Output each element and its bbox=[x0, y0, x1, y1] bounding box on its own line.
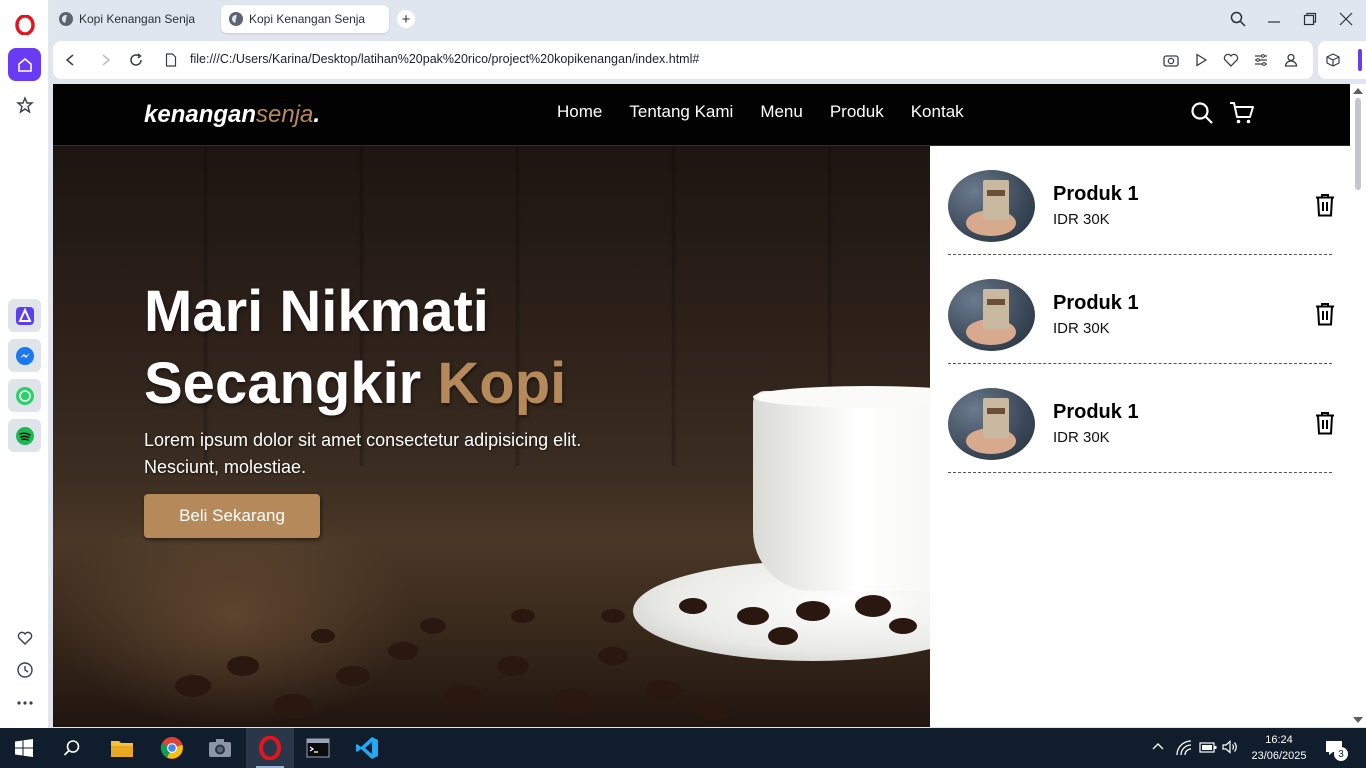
trash-icon[interactable] bbox=[1314, 301, 1336, 327]
product-price: IDR 30K bbox=[1053, 320, 1110, 337]
web-page: Mari Nikmati Secangkir Kopi Lorem ipsum … bbox=[53, 84, 1350, 727]
opera-sidebar bbox=[0, 0, 49, 728]
product-price: IDR 30K bbox=[1053, 211, 1110, 228]
more-dots-icon[interactable] bbox=[8, 686, 41, 719]
scrollbar-thumb[interactable] bbox=[1355, 98, 1361, 190]
product-name: Produk 1 bbox=[1053, 183, 1139, 205]
camera-app-icon[interactable] bbox=[196, 728, 244, 768]
opera-taskbar-icon[interactable] bbox=[246, 728, 294, 768]
chrome-icon[interactable] bbox=[148, 728, 196, 768]
hero-title-line2-main: Secangkir bbox=[144, 351, 438, 416]
restore-icon[interactable] bbox=[1299, 8, 1321, 30]
hero-title-line2: Secangkir Kopi bbox=[144, 348, 566, 420]
minimize-icon[interactable] bbox=[1263, 8, 1285, 30]
close-window-icon[interactable] bbox=[1335, 8, 1357, 30]
home-icon[interactable] bbox=[8, 48, 41, 81]
logo-accent: senja bbox=[256, 101, 314, 128]
windows-start-icon[interactable] bbox=[0, 728, 48, 768]
whatsapp-icon[interactable] bbox=[8, 379, 41, 412]
product-thumbnail bbox=[948, 279, 1035, 351]
globe-icon bbox=[59, 12, 73, 26]
address-bar: file:///C:/Users/Karina/Desktop/latihan%… bbox=[53, 41, 1313, 79]
scroll-up-arrow-icon[interactable] bbox=[1353, 88, 1363, 94]
url-field[interactable]: file:///C:/Users/Karina/Desktop/latihan%… bbox=[190, 52, 699, 66]
scroll-down-arrow-icon[interactable] bbox=[1353, 717, 1363, 723]
sidebar-accent-bar bbox=[1358, 49, 1362, 71]
vscode-icon[interactable] bbox=[343, 728, 391, 768]
clock-time: 16:24 bbox=[1265, 734, 1293, 746]
tab-title: Kopi Kenangan Senja bbox=[79, 12, 196, 26]
taskbar-search-icon[interactable] bbox=[48, 728, 96, 768]
globe-icon bbox=[229, 12, 243, 26]
bookmark-heart-icon[interactable] bbox=[1221, 50, 1241, 70]
menu-home[interactable]: Home bbox=[557, 102, 602, 122]
back-arrow-icon[interactable] bbox=[60, 50, 80, 70]
page-scrollbar[interactable] bbox=[1350, 84, 1366, 727]
navbar-icons bbox=[1189, 100, 1255, 126]
menu-menu[interactable]: Menu bbox=[760, 102, 803, 122]
product-name: Produk 1 bbox=[1053, 401, 1139, 423]
tab-2[interactable]: Kopi Kenangan Senja bbox=[221, 5, 389, 33]
history-clock-icon[interactable] bbox=[8, 653, 41, 686]
shopping-cart-icon[interactable] bbox=[1229, 100, 1255, 126]
file-explorer-icon[interactable] bbox=[98, 728, 146, 768]
product-thumbnail bbox=[948, 170, 1035, 242]
notification-count-badge: 3 bbox=[1334, 747, 1348, 761]
hero-title-accent: Kopi bbox=[437, 351, 567, 416]
hero-description: Lorem ipsum dolor sit amet consectetur a… bbox=[144, 430, 582, 477]
product-thumbnail bbox=[948, 388, 1035, 460]
cart-item: Produk 1 IDR 30K bbox=[948, 146, 1334, 255]
logo-dot: . bbox=[313, 101, 321, 128]
volume-icon[interactable] bbox=[1222, 740, 1238, 757]
cart-item: Produk 1 IDR 30K bbox=[948, 255, 1334, 364]
logo-main: kenangan bbox=[144, 101, 257, 128]
spotify-icon[interactable] bbox=[8, 419, 41, 452]
battery-icon[interactable] bbox=[1199, 740, 1217, 757]
buy-now-button[interactable]: Beli Sekarang bbox=[144, 494, 320, 538]
tray-chevron-up-icon[interactable] bbox=[1151, 740, 1165, 757]
forward-arrow-icon[interactable] bbox=[96, 50, 116, 70]
clock-date: 23/06/2025 bbox=[1251, 750, 1307, 762]
new-tab-plus-icon[interactable]: + bbox=[397, 10, 415, 28]
search-tabs-icon[interactable] bbox=[1227, 8, 1249, 30]
easy-setup-icon[interactable] bbox=[1251, 50, 1271, 70]
extensions-cube-icon[interactable] bbox=[1323, 50, 1343, 70]
hero-section: Mari Nikmati Secangkir Kopi Lorem ipsum … bbox=[53, 146, 930, 727]
profile-icon[interactable] bbox=[1281, 50, 1301, 70]
messenger-icon[interactable] bbox=[8, 339, 41, 372]
cart-item: Produk 1 IDR 30K bbox=[948, 364, 1334, 473]
search-icon[interactable] bbox=[1189, 100, 1215, 126]
trash-icon[interactable] bbox=[1314, 410, 1336, 436]
product-price: IDR 30K bbox=[1053, 429, 1110, 446]
heart-icon[interactable] bbox=[8, 621, 41, 654]
player-play-icon[interactable] bbox=[1191, 50, 1211, 70]
menu-kontak[interactable]: Kontak bbox=[911, 102, 964, 122]
menu-tentang-kami[interactable]: Tentang Kami bbox=[629, 102, 733, 122]
main-menu: Home Tentang Kami Menu Produk Kontak bbox=[557, 102, 964, 122]
taskbar-clock[interactable]: 16:24 23/06/2025 bbox=[1248, 732, 1310, 764]
site-logo[interactable]: kenangansenja. bbox=[144, 101, 320, 129]
trash-icon[interactable] bbox=[1314, 192, 1336, 218]
menu-produk[interactable]: Produk bbox=[830, 102, 884, 122]
file-page-icon[interactable] bbox=[161, 50, 181, 70]
snapshot-camera-icon[interactable] bbox=[1161, 50, 1181, 70]
hero-title: Mari Nikmati Secangkir Kopi bbox=[144, 276, 566, 420]
tab-1[interactable]: Kopi Kenangan Senja bbox=[51, 5, 216, 33]
site-navbar: kenangansenja. Home Tentang Kami Menu Pr… bbox=[53, 84, 1350, 146]
opera-logo-icon[interactable] bbox=[8, 8, 41, 41]
tab-title: Kopi Kenangan Senja bbox=[249, 12, 366, 26]
extensions-panel bbox=[1318, 41, 1366, 79]
reload-icon[interactable] bbox=[126, 50, 146, 70]
product-name: Produk 1 bbox=[1053, 292, 1139, 314]
network-wifi-icon[interactable] bbox=[1176, 740, 1192, 759]
windows-taskbar: 16:24 23/06/2025 3 bbox=[0, 728, 1366, 768]
shopping-cart-panel: Produk 1 IDR 30K Produk 1 IDR 30K Produk… bbox=[930, 146, 1350, 727]
aria-app-icon[interactable] bbox=[8, 299, 41, 332]
terminal-icon[interactable] bbox=[294, 728, 342, 768]
hero-title-line1: Mari Nikmati bbox=[144, 279, 489, 344]
tab-strip: Kopi Kenangan Senja Kopi Kenangan Senja … bbox=[49, 0, 1366, 40]
speed-dial-star-icon[interactable] bbox=[8, 88, 41, 121]
